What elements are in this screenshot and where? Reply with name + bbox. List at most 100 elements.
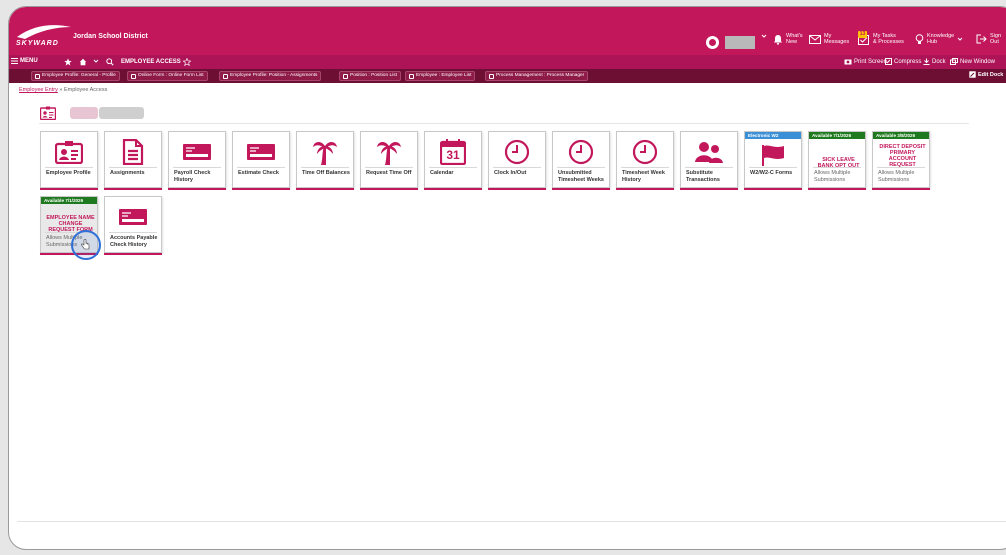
search-icon: [106, 58, 114, 66]
bottom-divider: [17, 521, 1006, 522]
tile-request-time-off[interactable]: Request Time Off: [360, 131, 418, 188]
tab-position-list[interactable]: Position : Position List: [339, 71, 401, 81]
tile-subtext: Allows Multiple Submissions: [814, 170, 851, 183]
chevron-down-icon: [93, 59, 99, 63]
new-window-icon: [950, 58, 958, 65]
tile-direct-deposit-request[interactable]: Available 3/8/2026 DIRECT DEPOSIT PRIMAR…: [872, 131, 930, 188]
employee-name-redacted: [70, 107, 98, 119]
edit-dock-button[interactable]: Edit Dock: [969, 71, 1003, 78]
menu-button[interactable]: MENU: [11, 58, 38, 64]
tile-caption: Available 7/1/2026: [41, 197, 97, 204]
tasks-count-badge: 13: [858, 30, 867, 38]
district-name: Jordan School District: [73, 33, 148, 40]
top-header: SKYWARD Jordan School District What's New…: [9, 7, 1006, 55]
header-divider: [39, 123, 969, 124]
tile-label: Assignments: [110, 170, 145, 176]
envelope-icon: [809, 34, 821, 44]
tab-label: Employee Profile: General - Profile: [42, 73, 116, 78]
tile-timesheet-week-history[interactable]: Timesheet Week History: [616, 131, 674, 188]
menu-bar: MENU EMPLOYEE ACCESS Print Screen Compre…: [9, 55, 1006, 69]
tab-employee-profile-general[interactable]: Employee Profile: General - Profile: [31, 71, 120, 81]
avatar[interactable]: [706, 36, 719, 49]
flag-icon: [762, 145, 784, 166]
lightbulb-icon: [915, 33, 924, 44]
tile-label: Time Off Balances: [302, 170, 350, 176]
tile-accounts-payable-check-history[interactable]: Accounts Payable Check History: [104, 196, 162, 253]
breadcrumb-link-employee-entry[interactable]: Employee Entry: [19, 87, 58, 93]
compress-icon: [885, 58, 892, 65]
star-outline-icon[interactable]: [182, 58, 191, 66]
tile-calendar[interactable]: 31 Calendar: [424, 131, 482, 188]
hand-pointer-icon: [81, 239, 90, 250]
breadcrumb: Employee Entry » Employee Access: [19, 87, 107, 93]
sign-out-button[interactable]: Sign Out: [976, 33, 1001, 45]
tile-label: Clock In/Out: [494, 170, 527, 176]
tile-sick-leave-bank-opt-out[interactable]: Available 7/1/2026 SICK LEAVE BANK OPT O…: [808, 131, 866, 188]
favorites-star-button[interactable]: [64, 58, 72, 66]
user-name-redacted: [725, 36, 755, 49]
tab-label: Process Management : Process Manager: [496, 73, 585, 78]
home-icon: [79, 58, 87, 66]
user-dropdown[interactable]: [761, 33, 767, 39]
tile-label: Calendar: [430, 170, 454, 176]
brand-name: SKYWARD: [16, 40, 59, 47]
page-title: EMPLOYEE ACCESS: [121, 59, 181, 65]
new-window-button[interactable]: New Window: [950, 58, 995, 65]
knowledge-hub-button[interactable]: Knowledge Hub: [915, 33, 963, 45]
edit-dock-label: Edit Dock: [978, 71, 1004, 78]
tab-label: Position : Position List: [350, 73, 397, 78]
home-dropdown[interactable]: [93, 58, 99, 64]
check-icon: [183, 144, 211, 160]
calendar-icon: 31: [440, 139, 466, 165]
tile-unsubmitted-timesheet-weeks[interactable]: Unsubmitted Timesheet Weeks: [552, 131, 610, 188]
id-card-icon: [55, 141, 83, 164]
tab-process-manager[interactable]: Process Management : Process Manager: [485, 71, 589, 81]
tile-label: Payroll Check History: [174, 170, 211, 183]
new-window-label: New Window: [960, 58, 996, 65]
tile-form-title: DIRECT DEPOSIT PRIMARY ACCOUNT REQUEST: [879, 144, 926, 168]
tile-estimate-check[interactable]: Estimate Check: [232, 131, 290, 188]
calendar-day: 31: [446, 148, 460, 162]
compress-button[interactable]: Compress: [885, 58, 921, 65]
tab-icon: [131, 73, 136, 79]
tab-employee-profile-position[interactable]: Employee Profile: Position - Assignments: [219, 71, 322, 81]
star-icon: [64, 58, 72, 66]
tile-label: Accounts Payable Check History: [110, 235, 158, 248]
bell-icon: [774, 34, 782, 45]
check-icon: [247, 144, 275, 160]
tab-employee-list[interactable]: Employee : Employee List: [405, 71, 476, 81]
home-button[interactable]: [79, 58, 87, 66]
tile-caption: Available 7/1/2026: [809, 132, 865, 139]
sign-out-line2: Out: [990, 39, 999, 45]
employee-id-card-icon: [40, 106, 56, 120]
menu-label: MENU: [20, 58, 38, 64]
clock-icon: [568, 139, 594, 165]
check-icon: [119, 209, 147, 225]
sign-out-icon: [976, 34, 987, 44]
tile-substitute-transactions[interactable]: Substitute Transactions: [680, 131, 738, 188]
tile-w2-forms[interactable]: Electronic W2 W2/W2-C Forms: [744, 131, 802, 188]
camera-icon: [844, 59, 852, 65]
tile-label: Unsubmitted Timesheet Weeks: [558, 170, 604, 183]
tile-caption: Electronic W2: [745, 132, 801, 139]
tile-clock-in-out[interactable]: Clock In/Out: [488, 131, 546, 188]
dock-button[interactable]: Dock: [923, 58, 946, 65]
tile-assignments[interactable]: Assignments: [104, 131, 162, 188]
tab-online-form-list[interactable]: Online Form : Online Form List: [127, 71, 208, 81]
my-messages-button[interactable]: My Messages: [809, 33, 849, 45]
print-screen-label: Print Screen: [854, 58, 888, 65]
tab-icon: [223, 73, 228, 79]
my-tasks-button[interactable]: 13 My Tasks & Processes: [858, 30, 904, 45]
tile-time-off-balances[interactable]: Time Off Balances: [296, 131, 354, 188]
print-screen-button[interactable]: Print Screen: [844, 58, 887, 65]
tile-payroll-check-history[interactable]: Payroll Check History: [168, 131, 226, 188]
my-messages-line2: Messages: [824, 39, 850, 45]
tab-icon: [35, 73, 40, 79]
knowledge-hub-line2: Hub: [927, 39, 938, 45]
breadcrumb-separator: »: [59, 87, 63, 93]
search-button[interactable]: [106, 58, 114, 66]
whats-new-button[interactable]: What's New: [773, 33, 803, 45]
tile-employee-profile[interactable]: Employee Profile: [40, 131, 98, 188]
whats-new-line2: New: [786, 39, 798, 45]
chevron-down-icon: [957, 37, 963, 41]
